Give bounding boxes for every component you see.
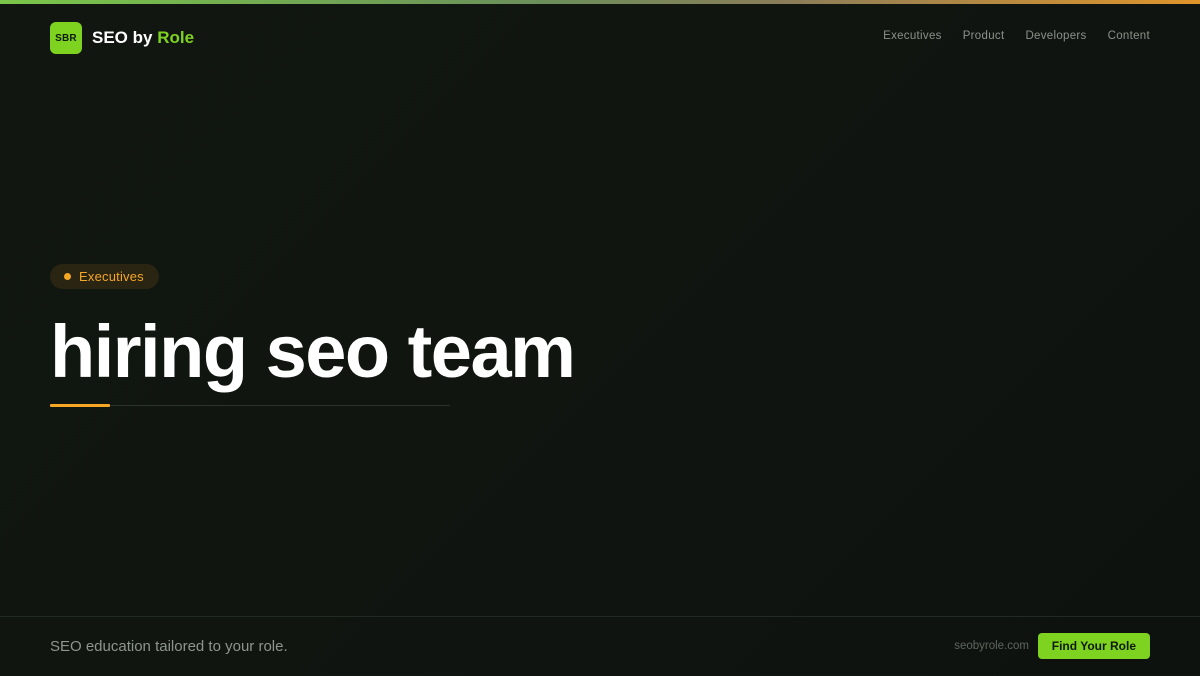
category-badge: Executives bbox=[50, 264, 159, 289]
page-title: hiring seo team bbox=[50, 310, 576, 393]
site-footer: SEO education tailored to your role. seo… bbox=[0, 616, 1200, 676]
nav-item-content[interactable]: Content bbox=[1108, 30, 1150, 42]
nav-item-executives[interactable]: Executives bbox=[883, 30, 942, 42]
logo-link[interactable]: SBR SEO by Role bbox=[50, 22, 194, 54]
site-header: SBR SEO by Role Executives Product Devel… bbox=[50, 22, 1150, 54]
title-divider bbox=[50, 405, 450, 406]
footer-domain: seobyrole.com bbox=[954, 640, 1029, 652]
dot-icon bbox=[64, 273, 71, 280]
logo-text: SEO by Role bbox=[92, 28, 194, 48]
logo-badge: SBR bbox=[50, 22, 82, 54]
main-nav: Executives Product Developers Content bbox=[883, 30, 1150, 42]
footer-tagline: SEO education tailored to your role. bbox=[50, 638, 288, 655]
top-accent-bar bbox=[0, 0, 1200, 4]
category-label: Executives bbox=[79, 269, 144, 284]
find-your-role-button[interactable]: Find Your Role bbox=[1037, 633, 1150, 659]
logo-name-accent: Role bbox=[157, 28, 195, 47]
title-divider-accent bbox=[50, 404, 110, 407]
logo-name-prefix: SEO by bbox=[92, 28, 153, 47]
nav-item-product[interactable]: Product bbox=[963, 30, 1005, 42]
nav-item-developers[interactable]: Developers bbox=[1025, 30, 1086, 42]
